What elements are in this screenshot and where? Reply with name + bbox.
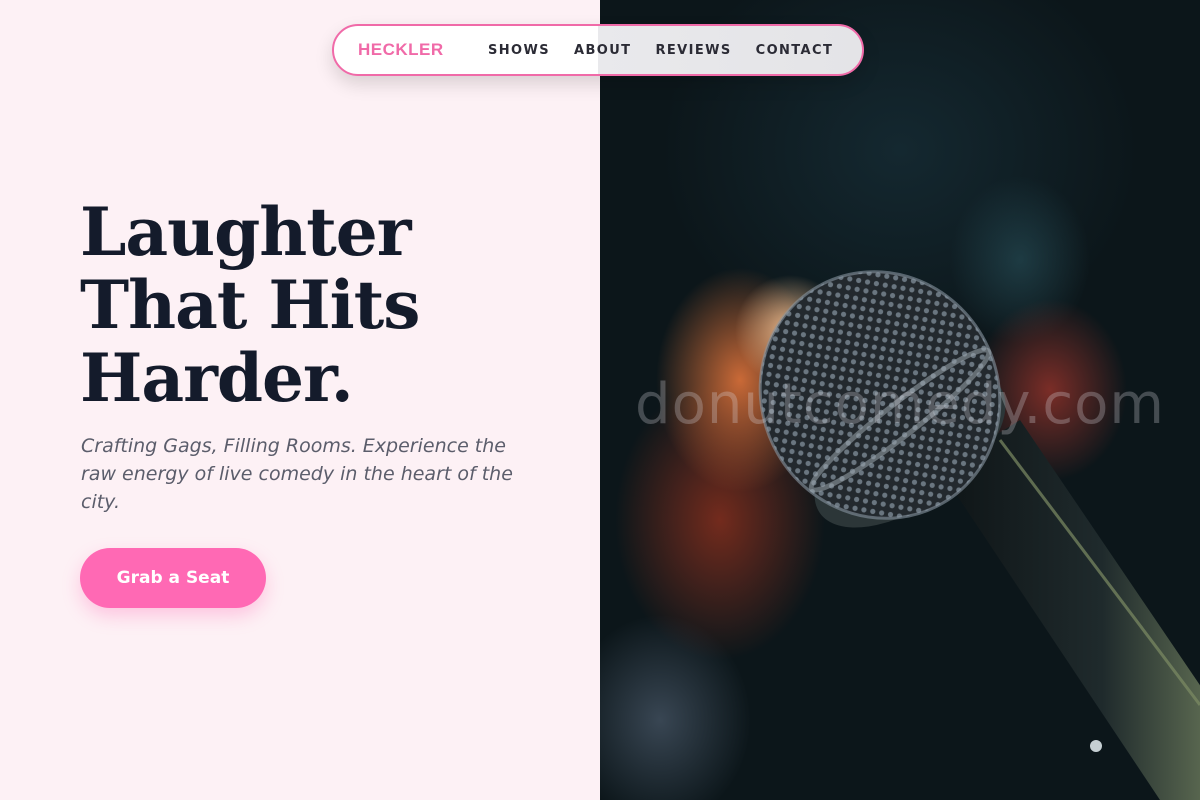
nav-link-contact[interactable]: CONTACT (756, 43, 834, 58)
nav-links: SHOWS ABOUT REVIEWS CONTACT (488, 26, 833, 74)
grab-a-seat-button[interactable]: Grab a Seat (80, 548, 266, 608)
nav-link-about[interactable]: ABOUT (574, 43, 631, 58)
hero-title-line-2: That Hits (80, 266, 420, 344)
brand-logo[interactable]: HECKLER (358, 40, 444, 60)
hero-image: donutcomedy.com (600, 0, 1200, 800)
hero-title: Laughter That Hits Harder. (80, 193, 420, 417)
microphone-icon (735, 270, 1200, 800)
nav-link-reviews[interactable]: REVIEWS (655, 43, 731, 58)
hero-left-panel: Laughter That Hits Harder. Crafting Gags… (0, 0, 600, 800)
hero-subtitle: Crafting Gags, Filling Rooms. Experience… (81, 435, 513, 513)
nav-link-shows[interactable]: SHOWS (488, 43, 550, 58)
top-nav: HECKLER SHOWS ABOUT REVIEWS CONTACT (332, 24, 864, 76)
hero-title-line-3: Harder. (80, 339, 354, 417)
hero-title-line-1: Laughter (80, 193, 412, 271)
